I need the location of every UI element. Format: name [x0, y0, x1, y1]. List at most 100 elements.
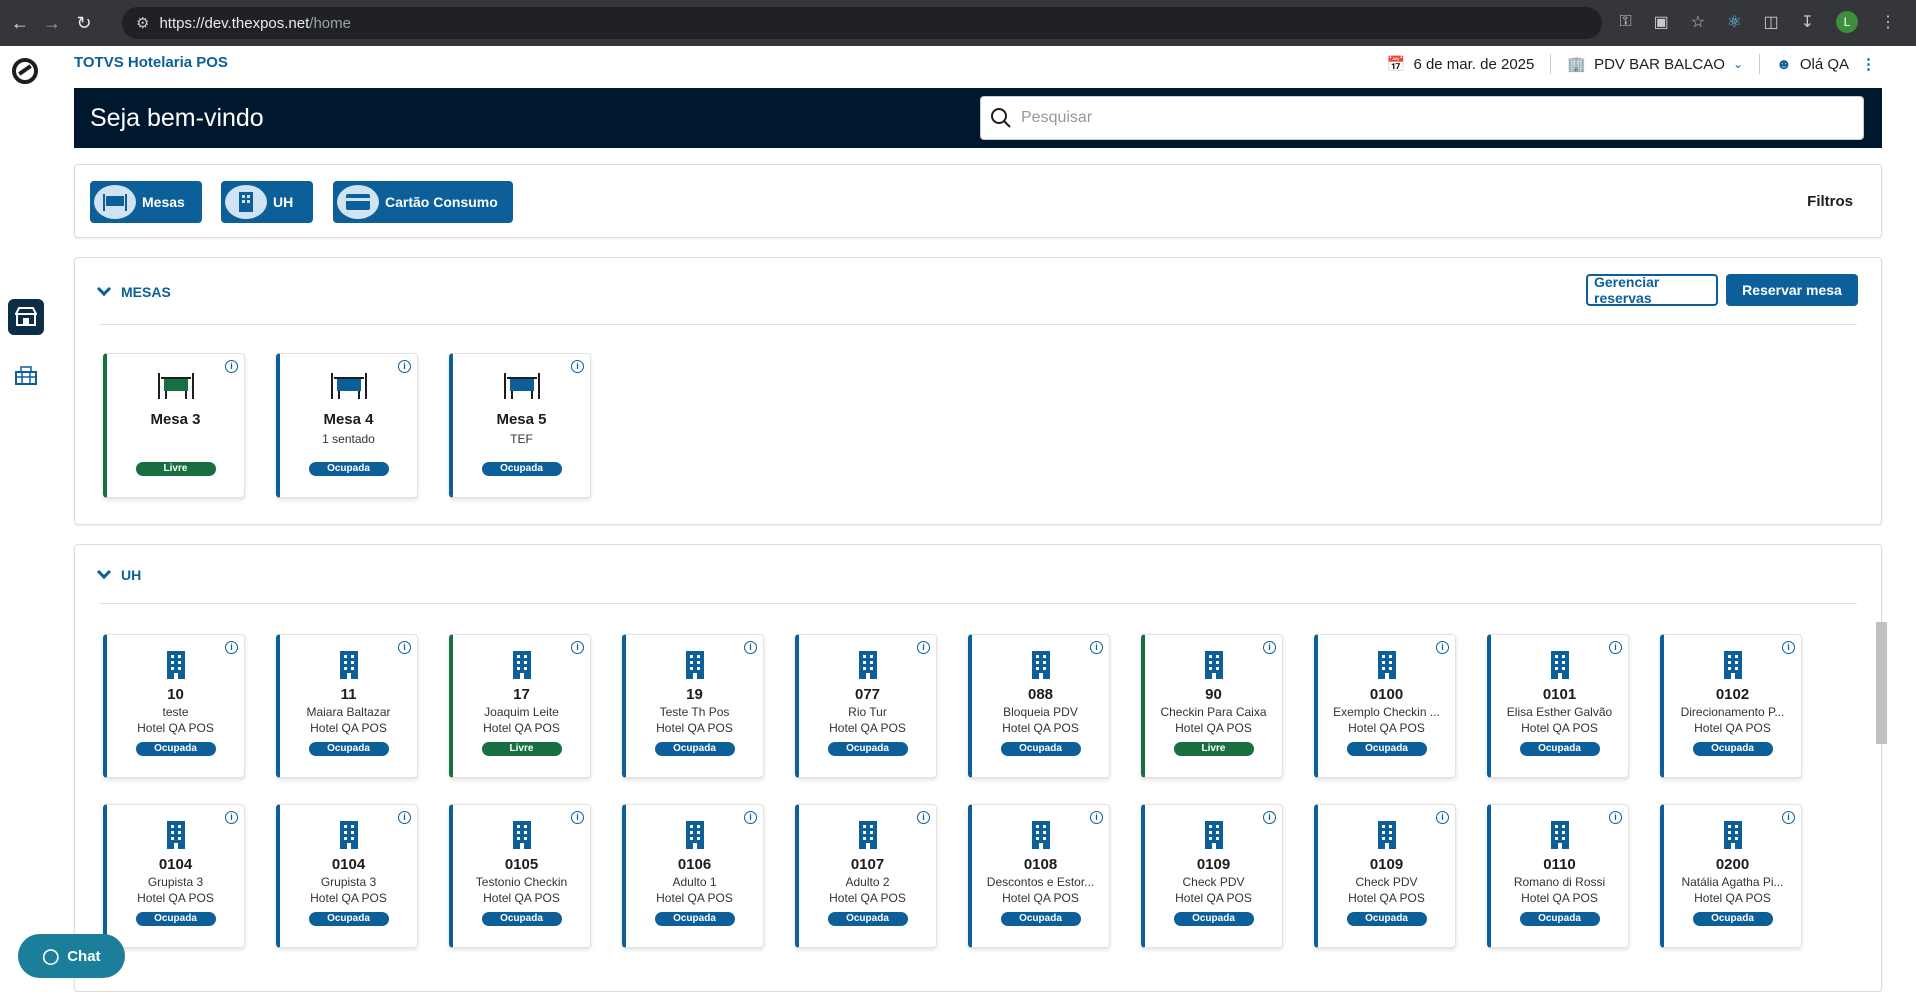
- uh-card[interactable]: i 0109 Check PDV Hotel QA POS Ocupada: [1141, 804, 1283, 948]
- table-icon: [94, 185, 136, 219]
- uh-card[interactable]: i 0200 Natália Agatha Pi... Hotel QA POS Ocu…: [1660, 804, 1802, 948]
- chat-button[interactable]: ◯ Chat: [18, 934, 125, 978]
- info-icon[interactable]: i: [225, 641, 238, 654]
- uh-card[interactable]: i 0104 Grupista 3 Hotel QA POS Ocupada: [276, 804, 418, 948]
- info-icon[interactable]: i: [1782, 811, 1795, 824]
- uh-card[interactable]: i 0109 Check PDV Hotel QA POS Ocupada: [1314, 804, 1456, 948]
- status-badge: Ocupada: [481, 462, 562, 476]
- menu-icon[interactable]: ⋮: [1880, 12, 1896, 32]
- uh-number: 0100: [1369, 686, 1404, 703]
- register-icon[interactable]: [14, 366, 38, 386]
- user-icon: ☻: [1776, 55, 1792, 73]
- mesas-header[interactable]: MESAS: [96, 281, 171, 300]
- profile-avatar[interactable]: L: [1836, 11, 1858, 33]
- info-icon[interactable]: i: [1782, 641, 1795, 654]
- scrollbar-thumb[interactable]: [1876, 622, 1887, 744]
- search-icon: [991, 108, 1011, 128]
- info-icon[interactable]: i: [1436, 641, 1449, 654]
- search-input[interactable]: Pesquisar: [980, 96, 1864, 140]
- manage-reservations-button[interactable]: Gerenciar reservas: [1586, 274, 1718, 306]
- info-icon[interactable]: i: [571, 641, 584, 654]
- info-icon[interactable]: i: [225, 360, 238, 373]
- totvs-logo-icon[interactable]: [12, 58, 38, 84]
- uh-card[interactable]: i 0108 Descontos e Estor... Hotel QA POS Ocu…: [968, 804, 1110, 948]
- chevron-down-icon[interactable]: ⌄: [1733, 57, 1743, 71]
- uh-card[interactable]: i 17 Joaquim Leite Hotel QA POS Livre: [449, 634, 591, 778]
- filter-cartao-button[interactable]: Cartão Consumo: [333, 181, 513, 223]
- status-badge: Ocupada: [481, 912, 562, 926]
- chat-label: Chat: [67, 947, 101, 965]
- uh-guest: Checkin Para Caixa: [1160, 705, 1267, 719]
- forward-icon[interactable]: →: [40, 11, 64, 35]
- uh-hotel: Hotel QA POS: [829, 891, 906, 905]
- uh-scrollbar[interactable]: [1874, 608, 1888, 984]
- uh-section: UH i 10 teste Hotel QA POS Ocupada i 11 Maiara …: [74, 544, 1882, 992]
- key-icon[interactable]: ⚿: [1619, 13, 1631, 31]
- info-icon[interactable]: i: [1263, 641, 1276, 654]
- filtros-link[interactable]: Filtros: [1807, 193, 1853, 210]
- mesa-card[interactable]: i Mesa 5 TEF Ocupada: [449, 353, 591, 498]
- uh-card[interactable]: i 0100 Exemplo Checkin ... Hotel QA POS Ocup…: [1314, 634, 1456, 778]
- info-icon[interactable]: i: [571, 811, 584, 824]
- table-icon: [107, 370, 244, 405]
- kebab-menu-icon[interactable]: ⋮: [1861, 55, 1876, 73]
- status-badge: Ocupada: [654, 742, 735, 756]
- info-icon[interactable]: i: [917, 811, 930, 824]
- info-icon[interactable]: i: [1436, 811, 1449, 824]
- building-icon: [453, 819, 590, 854]
- status-badge: Livre: [1173, 742, 1254, 756]
- uh-header[interactable]: UH: [96, 564, 141, 583]
- info-icon[interactable]: i: [1090, 641, 1103, 654]
- uh-card[interactable]: i 0101 Elisa Esther Galvão Hotel QA POS Ocup…: [1487, 634, 1629, 778]
- filter-uh-button[interactable]: UH: [221, 181, 313, 223]
- pdv-selector[interactable]: PDV BAR BALCAO: [1594, 56, 1725, 73]
- filter-mesas-button[interactable]: Mesas: [90, 181, 202, 223]
- chevron-down-icon[interactable]: [96, 281, 112, 297]
- address-bar[interactable]: ⚙ https://dev.thexpos.net/home: [122, 7, 1602, 39]
- download-icon[interactable]: ↧: [1801, 12, 1814, 32]
- uh-card[interactable]: i 088 Bloqueia PDV Hotel QA POS Ocupada: [968, 634, 1110, 778]
- info-icon[interactable]: i: [225, 811, 238, 824]
- uh-card[interactable]: i 10 teste Hotel QA POS Ocupada: [103, 634, 245, 778]
- mesa-card[interactable]: i Mesa 3 Livre: [103, 353, 245, 498]
- uh-card[interactable]: i 19 Teste Th Pos Hotel QA POS Ocupada: [622, 634, 764, 778]
- install-icon[interactable]: ▣: [1654, 12, 1669, 32]
- uh-card[interactable]: i 11 Maiara Baltazar Hotel QA POS Ocupada: [276, 634, 418, 778]
- info-icon[interactable]: i: [398, 360, 411, 373]
- uh-number: 0109: [1196, 856, 1231, 873]
- status-badge: Ocupada: [308, 742, 389, 756]
- extension-react-icon[interactable]: ⚛: [1727, 12, 1741, 32]
- info-icon[interactable]: i: [744, 641, 757, 654]
- info-icon[interactable]: i: [1090, 811, 1103, 824]
- reserve-table-button[interactable]: Reservar mesa: [1726, 274, 1858, 306]
- info-icon[interactable]: i: [744, 811, 757, 824]
- uh-card[interactable]: i 077 Rio Tur Hotel QA POS Ocupada: [795, 634, 937, 778]
- uh-card[interactable]: i 0107 Adulto 2 Hotel QA POS Ocupada: [795, 804, 937, 948]
- uh-card[interactable]: i 0106 Adulto 1 Hotel QA POS Ocupada: [622, 804, 764, 948]
- star-icon[interactable]: ☆: [1691, 12, 1705, 32]
- info-icon[interactable]: i: [1609, 811, 1622, 824]
- uh-card[interactable]: i 0104 Grupista 3 Hotel QA POS Ocupada: [103, 804, 245, 948]
- uh-card[interactable]: i 90 Checkin Para Caixa Hotel QA POS Livre: [1141, 634, 1283, 778]
- uh-number: 0110: [1543, 856, 1576, 873]
- uh-card[interactable]: i 0105 Testonio Checkin Hotel QA POS Ocupada: [449, 804, 591, 948]
- store-icon[interactable]: [8, 299, 44, 335]
- site-info-icon[interactable]: ⚙: [136, 14, 149, 32]
- info-icon[interactable]: i: [1609, 641, 1622, 654]
- mesa-card[interactable]: i Mesa 4 1 sentado Ocupada: [276, 353, 418, 498]
- extensions-icon[interactable]: ◫: [1763, 12, 1778, 32]
- info-icon[interactable]: i: [398, 811, 411, 824]
- uh-number: 17: [513, 686, 530, 703]
- chevron-down-icon[interactable]: [96, 564, 112, 580]
- reload-icon[interactable]: ↻: [72, 11, 96, 35]
- uh-guest: Natália Agatha Pi...: [1681, 875, 1784, 889]
- uh-card[interactable]: i 0102 Direcionamento P... Hotel QA POS Ocup…: [1660, 634, 1802, 778]
- uh-card[interactable]: i 0110 Romano di Rossi Hotel QA POS Ocupada: [1487, 804, 1629, 948]
- back-icon[interactable]: ←: [8, 11, 32, 35]
- info-icon[interactable]: i: [398, 641, 411, 654]
- user-greeting[interactable]: Olá QA: [1800, 56, 1849, 73]
- info-icon[interactable]: i: [1263, 811, 1276, 824]
- info-icon[interactable]: i: [917, 641, 930, 654]
- info-icon[interactable]: i: [571, 360, 584, 373]
- uh-guest: Bloqueia PDV: [1003, 705, 1078, 719]
